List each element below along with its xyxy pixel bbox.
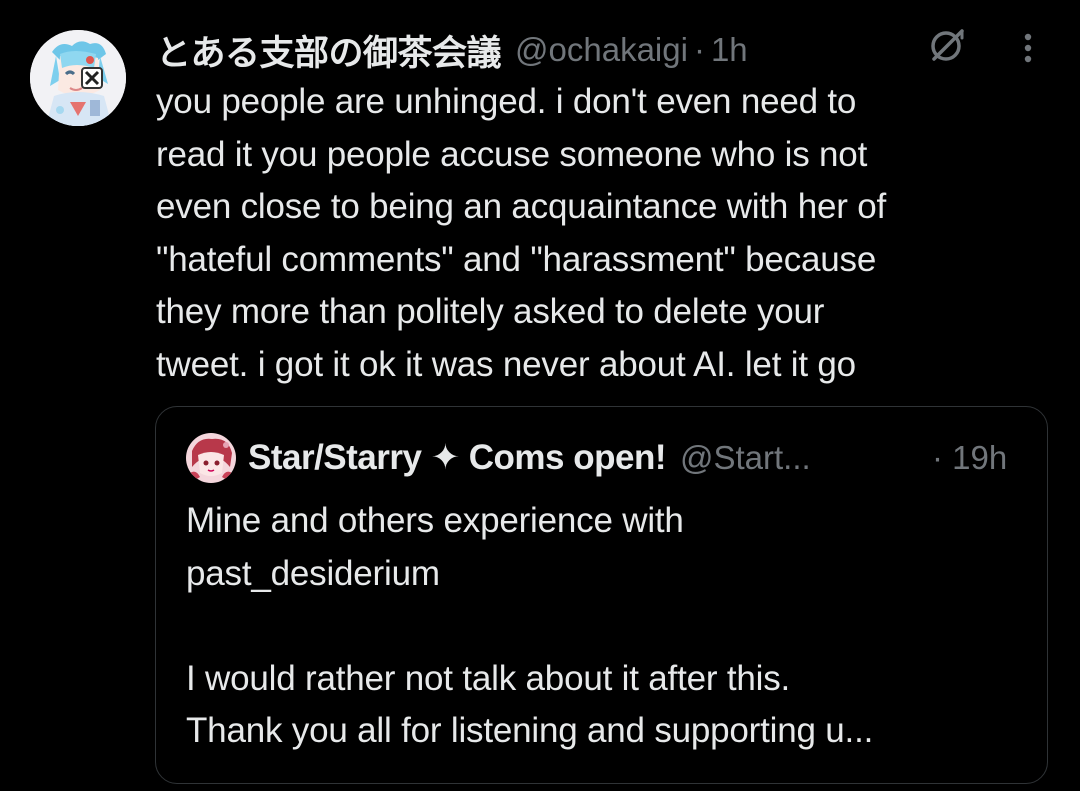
quoted-text-line: I would rather not talk about it after t… bbox=[186, 658, 791, 698]
tweet-text-line: tweet. i got it ok it was never about AI… bbox=[156, 344, 856, 384]
author-display-name[interactable]: とある支部の御茶会議 bbox=[156, 25, 502, 76]
tweet-header: とある支部の御茶会議 @ochakaigi · 1h bbox=[156, 24, 748, 76]
quoted-author-handle[interactable]: @Start... bbox=[680, 439, 811, 477]
tweet-body: you people are unhinged. i don't even ne… bbox=[156, 76, 1056, 391]
quoted-author-avatar[interactable] bbox=[186, 433, 236, 483]
quoted-text-line: Mine and others experience with bbox=[186, 501, 684, 540]
quoted-tweet-header: Star/Starry ✦ Coms open! @Start... bbox=[248, 433, 811, 483]
quoted-text-line: Thank you all for listening and supporti… bbox=[186, 711, 874, 750]
quoted-tweet-card[interactable]: Star/Starry ✦ Coms open! @Start... · 19h… bbox=[155, 406, 1048, 784]
quoted-text-line: past_desiderium bbox=[186, 553, 440, 593]
anime-avatar-icon bbox=[30, 30, 126, 126]
quoted-tweet-timestamp[interactable]: · 19h bbox=[932, 433, 1007, 483]
grok-icon[interactable] bbox=[928, 26, 966, 64]
tweet-text-line: "hateful comments" and "harassment" beca… bbox=[156, 239, 877, 279]
quoted-text-line bbox=[186, 600, 1026, 653]
author-handle[interactable]: @ochakaigi bbox=[515, 31, 688, 69]
header-separator: · bbox=[693, 31, 705, 68]
tweet-text-line: they more than politely asked to delete … bbox=[156, 292, 825, 331]
tweet-text-line: even close to being an acquaintance with… bbox=[156, 187, 886, 226]
more-vertical-icon[interactable] bbox=[1013, 30, 1043, 66]
author-avatar[interactable] bbox=[30, 30, 126, 126]
quoted-tweet-body: Mine and others experience with past_des… bbox=[186, 495, 1026, 758]
quoted-author-display-name[interactable]: Star/Starry ✦ Coms open! bbox=[248, 438, 666, 478]
anime-avatar-icon bbox=[186, 433, 236, 483]
tweet-text-line: you people are unhinged. i don't even ne… bbox=[156, 82, 857, 121]
tweet-text-line: read it you people accuse someone who is… bbox=[156, 134, 868, 174]
tweet-timestamp[interactable]: 1h bbox=[711, 31, 748, 69]
